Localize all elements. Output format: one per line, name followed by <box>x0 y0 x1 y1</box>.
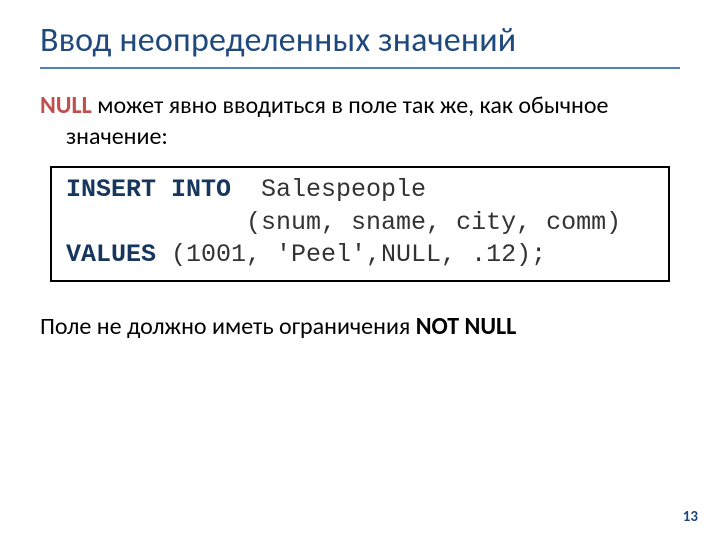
title-rule <box>40 67 680 69</box>
intro-paragraph: NULL может явно вводиться в поле так же,… <box>40 91 680 152</box>
sql-kw-values: VALUES <box>66 240 156 269</box>
slide-title: Ввод неопределенных значений <box>40 20 680 61</box>
note-paragraph: Поле не должно иметь ограничения NOT NUL… <box>40 312 680 343</box>
null-keyword: NULL <box>40 91 92 120</box>
note-lead: Поле не должно иметь ограничения <box>40 312 416 341</box>
page-number: 13 <box>683 508 698 526</box>
code-line2: (snum, sname, city, comm) <box>66 208 621 237</box>
code-line3-tail: (1001, 'Peel',NULL, .12); <box>156 240 546 269</box>
not-null-keyword: NOT NULL <box>416 312 517 341</box>
intro-text: может явно вводиться в поле так же, как … <box>66 91 608 151</box>
code-line1-tail: Salespeople <box>231 175 426 204</box>
sql-kw-insert-into: INSERT INTO <box>66 175 231 204</box>
slide: Ввод неопределенных значений NULL может … <box>0 0 720 540</box>
code-block: INSERT INTO Salespeople (snum, sname, ci… <box>50 166 670 282</box>
